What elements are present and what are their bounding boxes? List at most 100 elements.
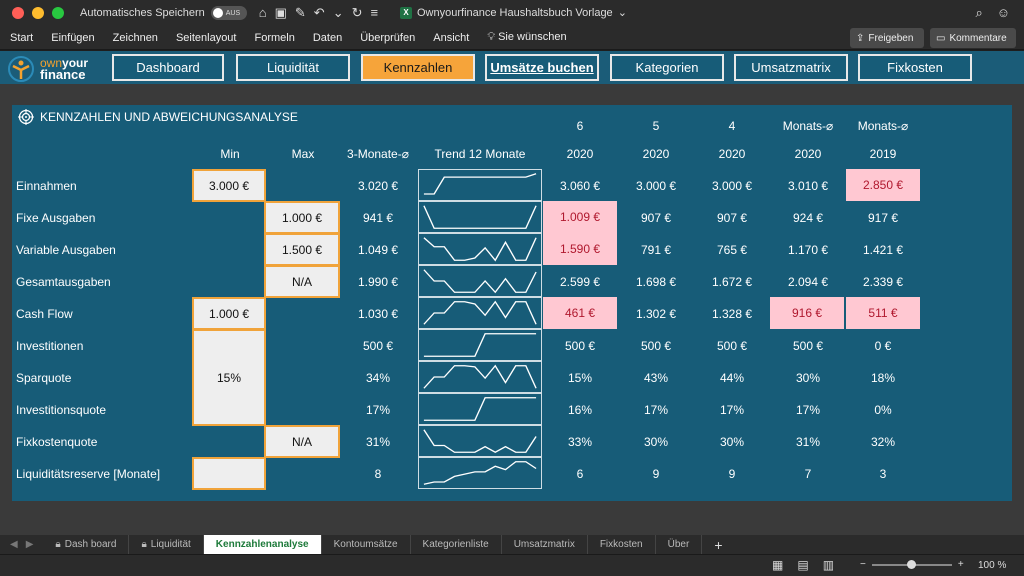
view-switcher: ▦ ▤ ▥ (772, 558, 834, 572)
zoom-in-icon[interactable]: + (958, 559, 964, 570)
max-gesamtausgaben-input[interactable]: N/A (264, 265, 340, 298)
liquiditaetsreserve-m5: 9 (652, 467, 660, 481)
deviation-cash-flow-2020: 916 € (770, 297, 844, 329)
row-label-gesamtausgaben: Gesamtausgaben (16, 275, 111, 289)
sheet-tab-kategorienliste[interactable]: Kategorienliste (411, 535, 502, 554)
save-icon[interactable]: ▣ (275, 5, 287, 21)
zoom-window-button[interactable] (52, 7, 64, 19)
min-sparquote-input[interactable]: 15% (192, 329, 266, 426)
autosave-state: AUS (225, 9, 241, 17)
previous-sheet-icon[interactable]: ◀ (10, 539, 18, 550)
cash-flow-avg3: 1.030 € (357, 307, 399, 321)
account-icon[interactable]: ☺ (997, 5, 1010, 21)
share-button[interactable]: ⇪ Freigeben (850, 28, 924, 48)
nav-dashboard-button[interactable]: Dashboard (112, 54, 224, 81)
sheet-tab-umsatzmatrix[interactable]: Umsatzmatrix (502, 535, 588, 554)
sheet-area: ownyour finance Dashboard Liquidität Ken… (0, 51, 1024, 535)
variable-ausgaben-m5: 791 € (640, 243, 672, 257)
min-cash-flow-value: 1.000 € (208, 306, 250, 321)
fixkostenquote-avg3: 31% (365, 435, 391, 449)
page-layout-view-icon[interactable]: ▤ (797, 558, 808, 572)
min-liquiditaetsreserve-input[interactable] (192, 457, 266, 490)
redo-icon[interactable]: ↻ (352, 5, 363, 21)
edit-icon[interactable]: ✎ (295, 5, 306, 21)
nav-umsaetze-buchen-button[interactable]: Umsätze buchen (485, 54, 599, 81)
nav-kategorien-button[interactable]: Kategorien (610, 54, 724, 81)
tell-me[interactable]: 💡︎ Sie wünschen (478, 31, 575, 44)
customize-toolbar-icon[interactable]: ≡ (371, 5, 379, 21)
document-title: X Ownyourfinance Haushaltsbuch Vorlage ⌄ (400, 6, 627, 19)
minimize-window-button[interactable] (32, 7, 44, 19)
menu-insert[interactable]: Einfügen (42, 32, 103, 44)
undo-icon[interactable]: ↶ (314, 5, 325, 21)
zoom-slider-knob[interactable] (907, 559, 917, 569)
sparquote-avg2020: 30% (795, 371, 821, 385)
deviation-variable-ausgaben-m6: 1.590 € (543, 233, 617, 265)
nav-kennzahlen-button[interactable]: Kennzahlen (361, 54, 475, 81)
sheet-tab-fixkosten[interactable]: Fixkosten (588, 535, 656, 554)
sheet-tab-kontoumsaetze[interactable]: Kontoumsätze (322, 535, 411, 554)
page-break-view-icon[interactable]: ▥ (823, 558, 834, 572)
fixe-ausgaben-avg2019: 917 € (867, 211, 899, 225)
min-einnahmen-value: 3.000 € (208, 178, 250, 193)
menu-formulas[interactable]: Formeln (245, 32, 303, 44)
comments-button[interactable]: ▭ Kommentare (930, 28, 1016, 48)
sheet-tab-ueber-label: Über (667, 539, 690, 550)
sheet-tab-ueber[interactable]: Über (656, 535, 703, 554)
panel-title: KENNZAHLEN UND ABWEICHUNGSANALYSE (18, 109, 298, 125)
menu-start[interactable]: Start (0, 32, 42, 44)
nav-fixkosten-button[interactable]: Fixkosten (858, 54, 972, 81)
investitionen-avg2020: 500 € (792, 339, 824, 353)
max-fixkostenquote-input[interactable]: N/A (264, 425, 340, 458)
quick-access-toolbar: ⌂ ▣ ✎ ↶ ⌄ ↻ ≡ (259, 5, 378, 21)
min-cash-flow-input[interactable]: 1.000 € (192, 297, 266, 330)
fixkostenquote-m5: 30% (643, 435, 669, 449)
add-sheet-icon[interactable]: + (714, 537, 722, 553)
sheet-tab-kontoumsaetze-label: Kontoumsätze (333, 539, 398, 550)
fixkostenquote-avg2019: 32% (870, 435, 896, 449)
chevron-down-icon[interactable]: ⌄ (618, 6, 627, 19)
undo-dropdown-icon[interactable]: ⌄ (333, 5, 344, 21)
sparquote-m4: 44% (719, 371, 745, 385)
next-sheet-icon[interactable]: ▶ (26, 539, 34, 550)
zoom-percentage[interactable]: 100 % (978, 560, 1006, 571)
trend-sparkline-gesamtausgaben (418, 265, 542, 297)
trend-sparkline-einnahmen (418, 169, 542, 201)
trend-line (423, 364, 537, 389)
menu-draw[interactable]: Zeichnen (104, 32, 167, 44)
fixe-ausgaben-m4: 907 € (716, 211, 748, 225)
nav-umsatzmatrix-button[interactable]: Umsatzmatrix (734, 54, 848, 81)
home-icon[interactable]: ⌂ (259, 5, 267, 21)
sheet-tab-liquiditaet[interactable]: 🔒︎ Liquidität (129, 535, 204, 554)
investitionen-m5: 500 € (640, 339, 672, 353)
kennzahlen-panel: KENNZAHLEN UND ABWEICHUNGSANALYSE Min Ma… (12, 105, 1012, 501)
close-window-button[interactable] (12, 7, 24, 19)
min-einnahmen-input[interactable]: 3.000 € (192, 169, 266, 202)
normal-view-icon[interactable]: ▦ (772, 558, 783, 572)
row-label-investitionsquote: Investitionsquote (16, 403, 107, 417)
menu-view[interactable]: Ansicht (424, 32, 478, 44)
zoom-out-icon[interactable]: − (860, 559, 866, 570)
menu-page-layout[interactable]: Seitenlayout (167, 32, 246, 44)
einnahmen-m6: 3.060 € (559, 179, 601, 193)
menu-review[interactable]: Überprüfen (351, 32, 424, 44)
nav-liquiditaet-button[interactable]: Liquidität (236, 54, 350, 81)
dashboard-nav: ownyour finance Dashboard Liquidität Ken… (0, 51, 1024, 84)
max-fixe-ausgaben-input[interactable]: 1.000 € (264, 201, 340, 234)
max-variable-ausgaben-input[interactable]: 1.500 € (264, 233, 340, 266)
sheet-tab-dashboard[interactable]: 🔒︎ Dash board (43, 535, 130, 554)
cash-flow-m5: 1.302 € (635, 307, 677, 321)
autosave-toggle[interactable]: AUS (210, 6, 247, 20)
menu-data[interactable]: Daten (304, 32, 351, 44)
zoom-control: − + (860, 559, 964, 570)
einnahmen-avg-2019-value: 2.850 € (862, 178, 904, 192)
gesamtausgaben-m4: 1.672 € (711, 275, 753, 289)
share-label: Freigeben (868, 32, 914, 44)
search-icon[interactable]: ⌕ (975, 5, 982, 21)
header-max: Max (291, 147, 315, 161)
trend-line (423, 269, 537, 294)
trend-sparkline-liquiditaetsreserve (418, 457, 542, 489)
sheet-tab-kennzahlenanalyse[interactable]: Kennzahlenanalyse (203, 535, 322, 554)
zoom-slider[interactable] (871, 559, 952, 569)
sheet-nav-arrows: ◀ ▶ (0, 539, 43, 550)
